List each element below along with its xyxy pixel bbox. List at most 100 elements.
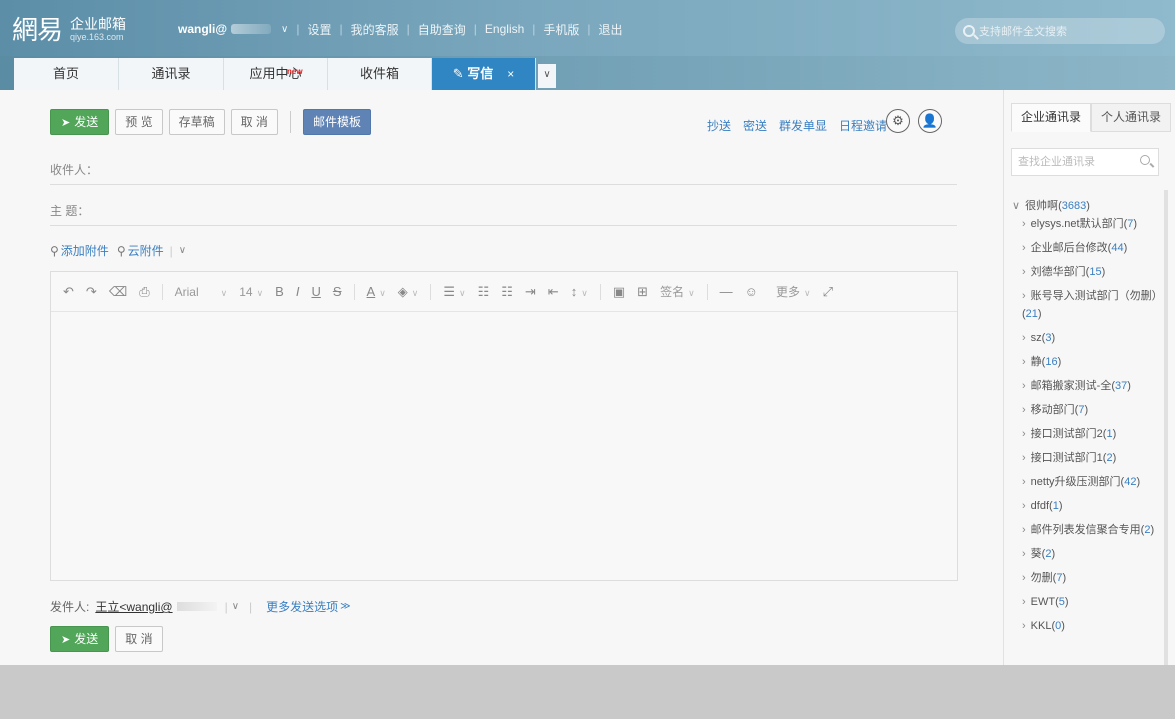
subject-label: 主 题： — [50, 204, 90, 218]
dept-name: sz — [1030, 332, 1042, 344]
nav-mobile[interactable]: 手机版 — [543, 21, 579, 38]
message-editor[interactable]: ↶ ↷ ⌫ ⎙ Arial ∨ 14 ∨ B I U S A ∨ ◈ ∨ ☰ ∨ ☷ ☷ … — [50, 271, 958, 581]
tree-item[interactable]: › 接口测试部门2(1) — [1012, 425, 1162, 443]
cancel-button-bottom[interactable]: 取 消 — [115, 626, 163, 652]
bold-icon[interactable]: B — [275, 284, 284, 299]
nav-logout[interactable]: 退出 — [599, 21, 623, 38]
highlight-icon[interactable]: ◈ ∨ — [398, 284, 419, 300]
tree-item[interactable]: › 葵(2) — [1012, 545, 1162, 563]
cc-link[interactable]: 抄送 — [707, 117, 731, 134]
nav-my-service[interactable]: 我的客服 — [351, 21, 399, 38]
undo-icon[interactable]: ↶ — [63, 284, 74, 300]
send-icon: ➤ — [61, 634, 71, 646]
tree-item[interactable]: › 勿删(7) — [1012, 569, 1162, 587]
tree-item[interactable]: › netty升级压测部门(42) — [1012, 473, 1162, 491]
nav-self-query[interactable]: 自助查询 — [418, 21, 466, 38]
separate-send-link[interactable]: 群发单显 — [779, 117, 827, 134]
more-tools-select[interactable]: 更多 ∨ — [776, 283, 811, 300]
tab-app-center[interactable]: 应用中心 new — [224, 58, 328, 90]
add-attachment-link[interactable]: 添加附件 — [61, 242, 109, 259]
signature-select[interactable]: 签名 ∨ — [660, 283, 695, 300]
tab-inbox[interactable]: 收件箱 — [328, 58, 432, 90]
redo-icon[interactable]: ↷ — [86, 284, 97, 300]
eraser-icon[interactable]: ⌫ — [109, 284, 127, 300]
tree-item[interactable]: › EWT(5) — [1012, 593, 1162, 611]
tree-root[interactable]: ∨ 很帅啊(3683) — [1012, 197, 1162, 215]
tab-personal-contacts[interactable]: 个人通讯录 — [1091, 103, 1171, 132]
nav-english[interactable]: English — [485, 22, 524, 36]
tree-item[interactable]: › dfdf(1) — [1012, 497, 1162, 515]
tree-item[interactable]: › 刘德华部门(15) — [1012, 263, 1162, 281]
font-family-select[interactable]: Arial ∨ — [175, 285, 228, 299]
chevron-right-icon: › — [1022, 332, 1026, 344]
mail-app: 網易 企业邮箱 qiye.163.com wangli@ ∨ | 设置 | 我的… — [0, 0, 1175, 665]
sender-redacted — [176, 602, 217, 611]
double-chevron-down-icon[interactable]: ≫ — [340, 601, 350, 612]
more-send-options-link[interactable]: 更多发送选项 — [266, 598, 338, 615]
preview-button[interactable]: 预 览 — [115, 109, 163, 135]
tree-item[interactable]: › elysys.net默认部门(7) — [1012, 215, 1162, 233]
tree-item[interactable]: › 企业邮后台修改(44) — [1012, 239, 1162, 257]
indent-icon[interactable]: ⇥ — [525, 284, 536, 300]
strikethrough-icon[interactable]: S — [333, 284, 342, 299]
recipient-options: 抄送 密送 群发单显 日程邀请 — [707, 117, 899, 134]
numbered-list-icon[interactable]: ☷ — [501, 284, 513, 300]
sender-dropdown-chevron-icon[interactable]: ∨ — [232, 601, 239, 612]
tree-item[interactable]: › 接口测试部门1(2) — [1012, 449, 1162, 467]
close-icon[interactable]: × — [507, 67, 514, 81]
horizontal-rule-icon[interactable]: — — [720, 284, 733, 299]
compose-toolbar: ➤ 发送 预 览 存草稿 取 消 邮件模板 — [50, 109, 377, 135]
line-height-icon[interactable]: ↕ ∨ — [571, 284, 588, 299]
template-button[interactable]: 邮件模板 — [302, 109, 371, 135]
header-bar: 網易 企业邮箱 qiye.163.com wangli@ ∨ | 设置 | 我的… — [0, 0, 1175, 56]
add-contact-icon[interactable]: 👤 — [918, 109, 942, 133]
save-draft-button[interactable]: 存草稿 — [168, 109, 225, 135]
dept-name: 静 — [1030, 356, 1042, 368]
font-size-select[interactable]: 14 ∨ — [239, 285, 263, 299]
outdent-icon[interactable]: ⇤ — [548, 284, 559, 300]
subject-field[interactable]: 主 题： — [50, 202, 957, 226]
sender-address[interactable]: 王立<wangli@ — [95, 598, 172, 615]
tree-item[interactable]: › 邮箱搬家测试-全(37) — [1012, 377, 1162, 395]
tree-item[interactable]: › 邮件列表发信聚合专用(2) — [1012, 521, 1162, 539]
attachment-dropdown-chevron-icon[interactable]: ∨ — [179, 245, 186, 256]
tree-item[interactable]: › KKL(0) — [1012, 617, 1162, 635]
tab-more-chevron-icon[interactable]: ∨ — [538, 64, 556, 88]
tree-item[interactable]: › 账号导入测试部门（勿删）(21) — [1012, 287, 1163, 323]
bullet-list-icon[interactable]: ☷ — [478, 284, 490, 300]
new-badge: new — [287, 67, 303, 76]
print-icon[interactable]: ⎙ — [139, 284, 149, 300]
cloud-attachment-link[interactable]: 云附件 — [128, 242, 164, 259]
align-icon[interactable]: ☰ ∨ — [443, 284, 465, 300]
tree-item[interactable]: › sz(3) — [1012, 329, 1162, 347]
tab-home[interactable]: 首页 — [14, 58, 119, 90]
table-icon[interactable]: ⊞ — [637, 284, 648, 300]
to-field[interactable]: 收件人： — [50, 161, 957, 185]
gear-icon[interactable]: ⚙ — [886, 109, 910, 133]
mail-search-input[interactable]: 支持邮件全文搜索 — [955, 18, 1165, 44]
tree-item[interactable]: › 移动部门(7) — [1012, 401, 1162, 419]
tab-enterprise-contacts[interactable]: 企业通讯录 — [1011, 103, 1091, 132]
image-icon[interactable]: ▣ — [613, 284, 625, 300]
send-button[interactable]: ➤ 发送 — [50, 109, 110, 135]
italic-icon[interactable]: I — [296, 284, 300, 299]
tab-contacts[interactable]: 通讯录 — [119, 58, 224, 90]
compose-area: ➤ 发送 预 览 存草稿 取 消 邮件模板 抄送 密送 群发单显 日程邀请 ⚙ 👤… — [0, 90, 1003, 665]
netease-logo[interactable]: 網易 企业邮箱 qiye.163.com — [12, 8, 142, 48]
user-account[interactable]: wangli@ — [178, 22, 227, 36]
font-color-icon[interactable]: A ∨ — [367, 284, 386, 299]
fullscreen-icon[interactable]: ⤢ — [823, 284, 833, 300]
underline-icon[interactable]: U — [311, 284, 320, 299]
cancel-button[interactable]: 取 消 — [230, 109, 278, 135]
nav-settings[interactable]: 设置 — [308, 21, 332, 38]
dept-name: 接口测试部门2 — [1030, 428, 1103, 440]
account-dropdown-chevron-icon[interactable]: ∨ — [281, 24, 288, 35]
contacts-search-input[interactable]: 查找企业通讯录 — [1011, 148, 1159, 176]
emoji-icon[interactable]: ☺ — [745, 284, 758, 299]
tab-compose[interactable]: ✎ 写信 × — [432, 58, 536, 90]
tree-item[interactable]: › 静(16) — [1012, 353, 1162, 371]
send-button-bottom[interactable]: ➤ 发送 — [50, 626, 110, 652]
panel-scrollbar[interactable] — [1164, 190, 1168, 665]
bcc-link[interactable]: 密送 — [743, 117, 767, 134]
schedule-invite-link[interactable]: 日程邀请 — [839, 117, 887, 134]
